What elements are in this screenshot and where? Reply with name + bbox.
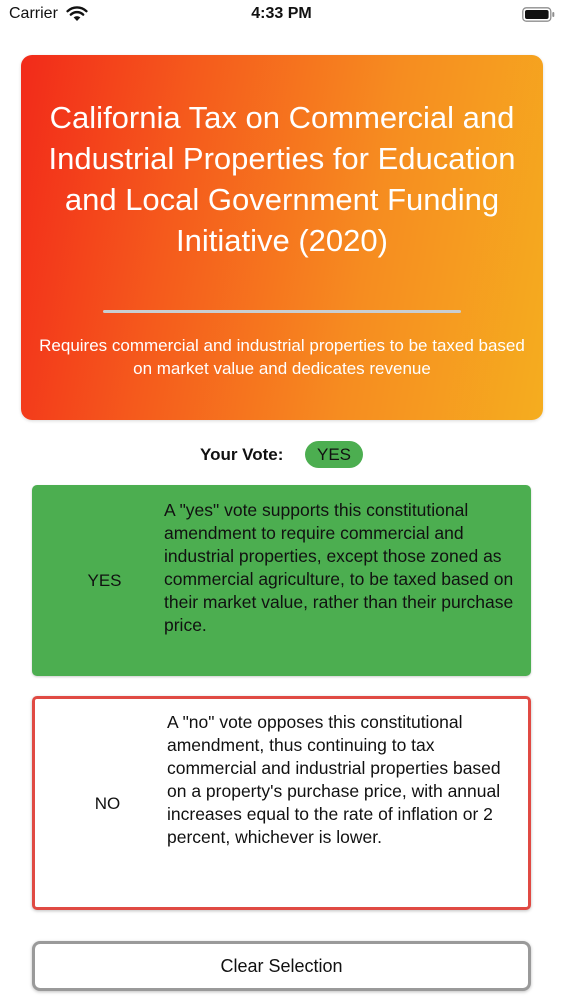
vote-status-badge: YES bbox=[305, 441, 363, 468]
battery-icon bbox=[522, 7, 555, 22]
yes-option-description: A "yes" vote supports this constitutiona… bbox=[164, 500, 514, 635]
no-option-description: A "no" vote opposes this constitutional … bbox=[167, 712, 501, 847]
your-vote-label: Your Vote: bbox=[200, 445, 284, 464]
clear-selection-button[interactable]: Clear Selection bbox=[32, 941, 531, 991]
no-option-label: NO bbox=[94, 794, 121, 813]
header-divider bbox=[103, 310, 461, 313]
measure-title: California Tax on Commercial and Industr… bbox=[48, 100, 516, 258]
yes-option-label: YES bbox=[87, 571, 122, 590]
measure-header-card: California Tax on Commercial and Industr… bbox=[21, 55, 543, 420]
status-bar: Carrier 4:33 PM bbox=[0, 0, 563, 30]
your-vote-row: Your Vote: YES bbox=[0, 441, 563, 469]
no-option-card[interactable]: NO A "no" vote opposes this constitution… bbox=[32, 696, 531, 910]
yes-option-card[interactable]: YES A "yes" vote supports this constitut… bbox=[32, 485, 531, 676]
measure-summary: Requires commercial and industrial prope… bbox=[39, 336, 525, 378]
status-time: 4:33 PM bbox=[251, 5, 312, 22]
